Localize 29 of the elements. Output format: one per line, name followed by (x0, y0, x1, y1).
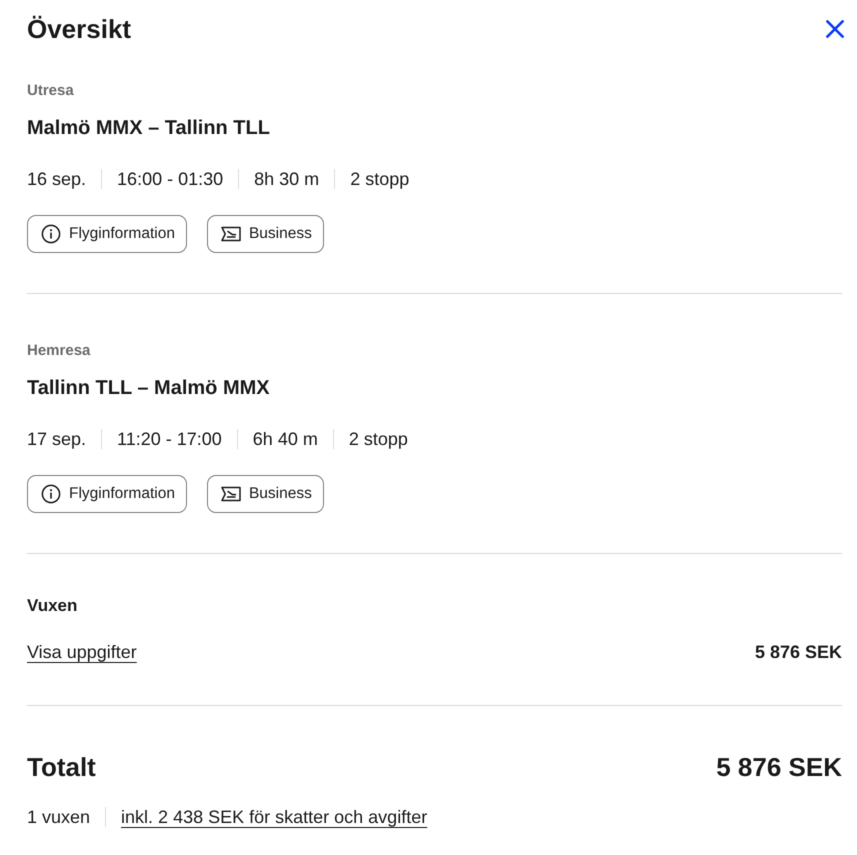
passenger-price: 5 876 SEK (754, 641, 842, 664)
leg-label: Hemresa (27, 341, 92, 361)
ticket-icon (220, 486, 241, 502)
flight-info-button[interactable]: Flyginformation (27, 215, 187, 253)
flight-date: 16 sep. (27, 168, 86, 191)
total-price: 5 876 SEK (716, 751, 842, 783)
flight-duration: 6h 40 m (252, 428, 318, 451)
stop-count: 2 stopp (348, 428, 408, 451)
flight-duration: 8h 30 m (254, 168, 320, 191)
leg-label: Utresa (27, 81, 75, 101)
flight-info-button[interactable]: Flyginformation (27, 475, 187, 513)
flight-times: 16:00 - 01:30 (117, 168, 224, 191)
info-icon (41, 484, 61, 504)
ticket-icon (220, 226, 241, 242)
route-title: Malmö MMX – Tallinn TLL (27, 116, 271, 141)
passenger-type: Vuxen (27, 595, 78, 617)
flight-date: 17 sep. (27, 428, 86, 451)
taxes-link[interactable]: inkl. 2 438 SEK för skatter och avgifter (121, 805, 428, 829)
cabin-class-button[interactable]: Business (206, 215, 324, 253)
close-icon (826, 20, 844, 38)
info-icon (41, 224, 61, 244)
cabin-class-button[interactable]: Business (206, 475, 324, 513)
flight-times: 11:20 - 17:00 (117, 428, 222, 451)
stop-count: 2 stopp (350, 168, 410, 191)
passenger-count: 1 vuxen (27, 806, 90, 829)
total-label: Totalt (27, 751, 96, 783)
show-details-link[interactable]: Visa uppgifter (27, 639, 137, 665)
route-title: Tallinn TLL – Malmö MMX (27, 376, 271, 401)
page-title: Översikt (27, 13, 132, 45)
